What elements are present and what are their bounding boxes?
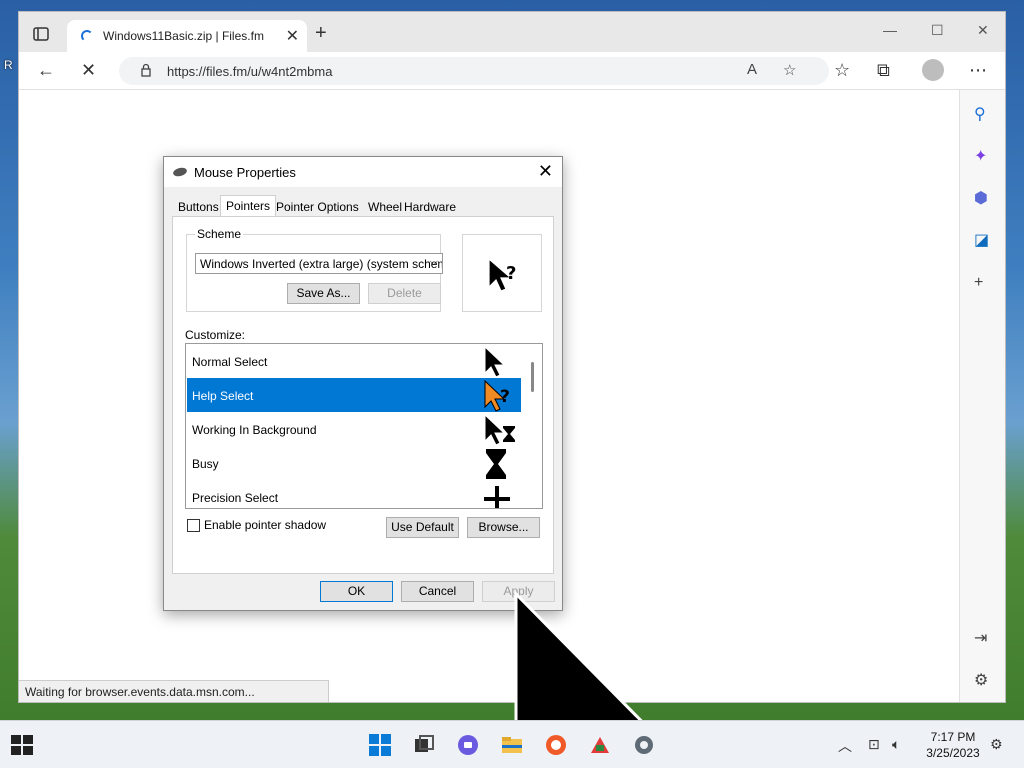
tab-hardware[interactable]: Hardware	[400, 199, 460, 215]
pointer-label: Precision Select	[192, 491, 279, 505]
status-bar: Waiting for browser.events.data.msn.com.…	[19, 680, 329, 702]
svg-text:?: ?	[500, 387, 510, 407]
pointer-list[interactable]: Normal Select Help Select ? Working In B…	[185, 343, 543, 509]
pointer-label: Help Select	[192, 389, 254, 403]
hourglass-cursor-icon	[486, 449, 506, 479]
tab-close-icon[interactable]: ✕	[286, 26, 299, 46]
file-explorer-icon[interactable]	[500, 733, 524, 757]
volume-icon[interactable]: 🔈︎	[892, 736, 900, 753]
browse-button[interactable]: Browse...	[467, 517, 540, 538]
pointer-shadow-checkbox[interactable]	[187, 519, 200, 532]
scheme-label: Scheme	[195, 227, 244, 241]
back-icon[interactable]: ←	[37, 60, 55, 81]
scroll-thumb[interactable]	[531, 362, 534, 392]
read-aloud-icon[interactable]: A	[747, 61, 757, 78]
cancel-button[interactable]: Cancel	[401, 581, 474, 602]
list-item[interactable]: Normal Select	[187, 344, 521, 378]
mouse-properties-dialog: Mouse Properties ✕ Buttons Pointers Poin…	[163, 156, 563, 611]
pointers-panel: Scheme Windows Inverted (extra large) (s…	[172, 216, 554, 574]
tab-pointer-options[interactable]: Pointer Options	[272, 199, 363, 215]
ok-button[interactable]: OK	[320, 581, 393, 602]
address-bar[interactable]: https://files.fm/u/w4nt2mbma A ☆	[119, 57, 829, 85]
svg-text:?: ?	[506, 263, 516, 284]
windows-start-icon[interactable]	[368, 733, 392, 757]
add-sidebar-app-icon[interactable]: +	[974, 274, 983, 292]
copilot-icon[interactable]: ✦	[974, 146, 987, 166]
list-item[interactable]: Precision Select	[187, 480, 521, 508]
settings-app-icon[interactable]	[632, 733, 656, 757]
tab-buttons[interactable]: Buttons	[174, 199, 223, 215]
edge-browser-icon[interactable]	[544, 733, 568, 757]
task-view-icon[interactable]	[412, 733, 436, 757]
stop-loading-icon[interactable]: ✕	[81, 60, 96, 81]
arrow-cursor-icon	[484, 346, 506, 378]
office-icon[interactable]: ⬢	[974, 188, 988, 208]
list-item[interactable]: Working In Background	[187, 412, 521, 446]
help-cursor-preview-icon: ?	[488, 257, 516, 292]
lock-icon	[141, 63, 151, 77]
maximize-icon[interactable]: ☐	[931, 22, 944, 39]
browser-toolbar: ← ✕ https://files.fm/u/w4nt2mbma A ☆ ☆ ⧉…	[19, 52, 1005, 90]
pointer-label: Busy	[192, 457, 219, 471]
dialog-close-icon[interactable]: ✕	[538, 161, 553, 182]
network-icon[interactable]: ⊡	[868, 736, 880, 753]
tab-bar: Windows11Basic.zip | Files.fm ✕ + — ☐ ✕	[19, 12, 1005, 52]
edge-sidebar: ⚲ ✦ ⬢ ◪ + ⇥ ⚙	[959, 90, 1005, 702]
customize-label: Customize:	[185, 328, 246, 342]
collections-icon[interactable]: ⧉	[877, 60, 890, 81]
working-cursor-icon	[484, 414, 515, 446]
loading-spinner-icon	[81, 30, 93, 42]
start-icon[interactable]	[11, 735, 33, 755]
list-item-selected[interactable]: Help Select ?	[187, 378, 521, 412]
search-icon[interactable]: ⚲	[974, 104, 986, 124]
teams-chat-icon[interactable]	[456, 733, 480, 757]
new-tab-button[interactable]: +	[315, 22, 327, 45]
scheme-group: Scheme Windows Inverted (extra large) (s…	[186, 227, 443, 312]
clock-date: 3/25/2023	[926, 746, 980, 760]
more-menu-icon[interactable]: ⋯	[969, 60, 987, 81]
store-icon[interactable]	[588, 733, 612, 757]
notifications-icon[interactable]: ⚙	[990, 736, 1003, 753]
clock-time: 7:17 PM	[930, 730, 976, 744]
list-item[interactable]: Busy	[187, 446, 521, 480]
tab-actions-icon[interactable]	[31, 24, 51, 44]
desktop-icon-label-edge: R	[4, 58, 13, 72]
settings-gear-icon[interactable]: ⚙	[974, 670, 988, 690]
clock[interactable]: 7:17 PM 3/25/2023	[918, 729, 988, 761]
chevron-down-icon: ⌵	[429, 256, 438, 268]
browser-tab[interactable]: Windows11Basic.zip | Files.fm ✕	[67, 20, 307, 52]
add-favorite-icon[interactable]: ☆	[783, 61, 796, 79]
tab-title: Windows11Basic.zip | Files.fm	[103, 29, 264, 43]
cursor-preview: ?	[462, 234, 542, 312]
help-cursor-icon: ?	[484, 380, 510, 412]
url-text: https://files.fm/u/w4nt2mbma	[167, 64, 333, 79]
pointer-label: Working In Background	[192, 423, 317, 437]
favorites-icon[interactable]: ☆	[834, 60, 850, 81]
show-hidden-icons-chevron[interactable]: ︿	[838, 736, 852, 756]
scheme-selected-value: Windows Inverted (extra large) (system s…	[200, 257, 443, 271]
list-scrollbar[interactable]	[524, 344, 542, 508]
dialog-title: Mouse Properties	[194, 165, 296, 180]
use-default-button[interactable]: Use Default	[386, 517, 459, 538]
pointer-shadow-label: Enable pointer shadow	[204, 518, 327, 532]
pointer-label: Normal Select	[192, 355, 268, 369]
save-as-button[interactable]: Save As...	[287, 283, 360, 304]
outlook-icon[interactable]: ◪	[974, 230, 989, 250]
mouse-icon	[172, 166, 188, 178]
hide-sidebar-icon[interactable]: ⇥	[974, 628, 987, 648]
dialog-titlebar[interactable]: Mouse Properties ✕	[164, 157, 562, 187]
profile-avatar[interactable]	[922, 59, 944, 81]
tab-pointers[interactable]: Pointers	[220, 195, 277, 217]
minimize-icon[interactable]: —	[883, 22, 897, 38]
scheme-select[interactable]: Windows Inverted (extra large) (system s…	[195, 253, 443, 274]
window-close-icon[interactable]: ✕	[977, 22, 989, 39]
crosshair-cursor-icon	[484, 486, 510, 508]
taskbar: ︿ ⊡ 🔈︎ 7:17 PM 3/25/2023 ⚙	[0, 720, 1024, 768]
delete-button[interactable]: Delete	[368, 283, 441, 304]
